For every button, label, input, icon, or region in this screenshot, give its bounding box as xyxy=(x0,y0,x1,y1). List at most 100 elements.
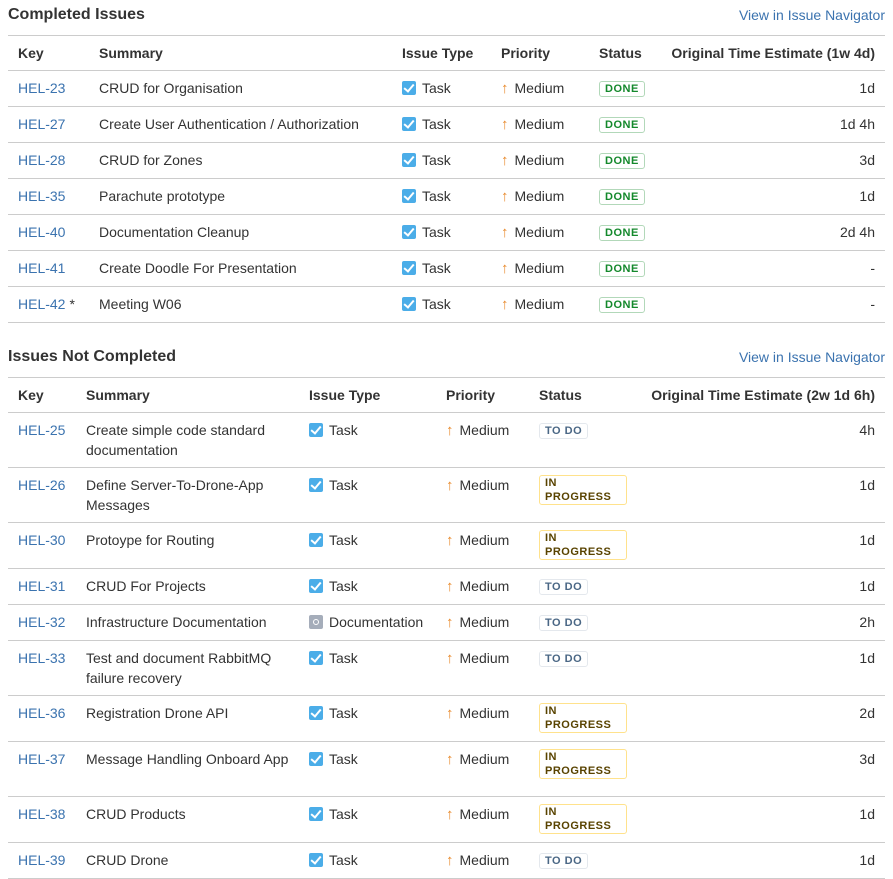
cell-issue-type: Task xyxy=(299,568,436,605)
column-header-summary[interactable]: Summary xyxy=(76,377,299,413)
issue-type-label: Task xyxy=(422,116,451,132)
status-badge: DONE xyxy=(599,81,645,97)
table-row[interactable]: HEL-25 Create simple code standard docume… xyxy=(8,412,885,468)
issue-key-link[interactable]: HEL-28 xyxy=(18,152,65,168)
issue-summary: Parachute prototype xyxy=(99,188,226,204)
priority-label: Medium xyxy=(459,532,510,548)
table-row[interactable]: HEL-36 Registration Drone API Task ↑ Medium I… xyxy=(8,695,885,742)
column-header-summary[interactable]: Summary xyxy=(89,35,392,71)
priority-arrow-up-icon: ↑ xyxy=(446,477,454,494)
column-header-status[interactable]: Status xyxy=(589,35,658,71)
task-type-icon xyxy=(309,533,323,547)
priority-arrow-up-icon: ↑ xyxy=(446,614,454,631)
time-estimate: 4h xyxy=(859,422,875,438)
table-row[interactable]: HEL-30 Protoype for Routing Task ↑ Medium IN … xyxy=(8,522,885,569)
cell-issue-type: Task xyxy=(299,695,436,742)
issue-type-label: Documentation xyxy=(329,614,424,630)
table-row[interactable]: HEL-38 CRUD Products Task ↑ Medium IN PROGRES… xyxy=(8,796,885,843)
completed-view-in-navigator-link[interactable]: View in Issue Navigator xyxy=(739,7,885,23)
issue-key-link[interactable]: HEL-27 xyxy=(18,116,65,132)
cell-key: HEL-35 xyxy=(8,178,89,215)
priority-arrow-up-icon: ↑ xyxy=(501,80,509,97)
issue-summary: Test and document RabbitMQ failure recov… xyxy=(86,650,272,686)
time-estimate: 1d xyxy=(859,80,875,96)
issue-key-link[interactable]: HEL-26 xyxy=(18,477,65,493)
priority-arrow-up-icon: ↑ xyxy=(501,260,509,277)
table-row[interactable]: HEL-41 Create Doodle For Presentation Task… xyxy=(8,250,885,287)
task-type-icon xyxy=(309,478,323,492)
table-row[interactable]: HEL-27 Create User Authentication / Autho… xyxy=(8,106,885,143)
issue-type-label: Task xyxy=(422,152,451,168)
cell-summary: CRUD for Zones xyxy=(89,142,392,179)
issue-key-link[interactable]: HEL-37 xyxy=(18,751,65,767)
issue-key-link[interactable]: HEL-39 xyxy=(18,852,65,868)
cell-summary: Parachute prototype xyxy=(89,178,392,215)
issue-key-link[interactable]: HEL-36 xyxy=(18,705,65,721)
issue-key-link[interactable]: HEL-30 xyxy=(18,532,65,548)
cell-estimate: 1d xyxy=(637,796,885,843)
cell-priority: ↑ Medium xyxy=(436,842,529,879)
table-row[interactable]: HEL-40 Documentation Cleanup Task ↑ Medium DO… xyxy=(8,214,885,251)
issue-key-link[interactable]: HEL-42 xyxy=(18,296,65,312)
time-estimate: 1d xyxy=(859,578,875,594)
cell-summary: Documentation Cleanup xyxy=(89,214,392,251)
table-row[interactable]: HEL-37 Message Handling Onboard App Task ↑ M… xyxy=(8,741,885,797)
table-row[interactable]: HEL-35 Parachute prototype Task ↑ Medium DONE… xyxy=(8,178,885,215)
table-row[interactable]: HEL-33 Test and document RabbitMQ failure… xyxy=(8,640,885,696)
cell-summary: CRUD Drone xyxy=(76,842,299,879)
issue-type-label: Task xyxy=(329,477,358,493)
issue-key-link[interactable]: HEL-40 xyxy=(18,224,65,240)
issue-key-link[interactable]: HEL-38 xyxy=(18,806,65,822)
issue-key-link[interactable]: HEL-32 xyxy=(18,614,65,630)
issue-summary: Registration Drone API xyxy=(86,705,229,721)
issue-type-label: Task xyxy=(422,260,451,276)
issue-key-link[interactable]: HEL-23 xyxy=(18,80,65,96)
issue-summary: Create User Authentication / Authorizati… xyxy=(99,116,359,132)
cell-status: TO DO xyxy=(529,412,637,468)
table-row[interactable]: HEL-26 Define Server-To-Drone-App Message… xyxy=(8,467,885,523)
table-row[interactable]: HEL-31 CRUD For Projects Task ↑ Medium TO DO 1… xyxy=(8,568,885,605)
issue-key-link[interactable]: HEL-41 xyxy=(18,260,65,276)
cell-issue-type: Task xyxy=(392,142,491,179)
cell-priority: ↑ Medium xyxy=(436,640,529,696)
status-badge: IN PROGRESS xyxy=(539,749,627,779)
cell-priority: ↑ Medium xyxy=(436,695,529,742)
cell-issue-type: Task xyxy=(299,741,436,797)
table-row[interactable]: HEL-32 Infrastructure Documentation Docume… xyxy=(8,604,885,641)
table-row[interactable]: HEL-23 CRUD for Organisation Task ↑ Medium DO… xyxy=(8,70,885,107)
priority-arrow-up-icon: ↑ xyxy=(501,152,509,169)
column-header-status[interactable]: Status xyxy=(529,377,637,413)
completed-issues-table: Key Summary Issue Type Priority Status O… xyxy=(8,35,885,323)
column-header-estimate[interactable]: Original Time Estimate (2w 1d 6h) xyxy=(637,377,885,413)
cell-priority: ↑ Medium xyxy=(491,250,589,287)
issue-key-link[interactable]: HEL-33 xyxy=(18,650,65,666)
column-header-estimate[interactable]: Original Time Estimate (1w 4d) xyxy=(658,35,885,71)
cell-status: IN PROGRESS xyxy=(529,796,637,843)
column-header-priority[interactable]: Priority xyxy=(436,377,529,413)
priority-arrow-up-icon: ↑ xyxy=(501,188,509,205)
issue-key-link[interactable]: HEL-35 xyxy=(18,188,65,204)
time-estimate: 2d 4h xyxy=(839,224,875,240)
table-header-row: Key Summary Issue Type Priority Status O… xyxy=(8,35,885,71)
cell-status: DONE xyxy=(589,250,658,287)
table-row[interactable]: HEL-39 CRUD Drone Task ↑ Medium TO DO 1d xyxy=(8,842,885,879)
issue-key-link[interactable]: HEL-25 xyxy=(18,422,65,438)
column-header-issue-type[interactable]: Issue Type xyxy=(299,377,436,413)
issue-summary: CRUD for Organisation xyxy=(99,80,243,96)
issue-summary: Create Doodle For Presentation xyxy=(99,260,297,276)
column-header-key[interactable]: Key xyxy=(8,377,76,413)
table-row[interactable]: HEL-42 * Meeting W06 Task ↑ Medium DONE - xyxy=(8,286,885,323)
not-completed-view-in-navigator-link[interactable]: View in Issue Navigator xyxy=(739,349,885,365)
status-badge: IN PROGRESS xyxy=(539,703,627,733)
column-header-issue-type[interactable]: Issue Type xyxy=(392,35,491,71)
table-row[interactable]: HEL-28 CRUD for Zones Task ↑ Medium DONE 3d xyxy=(8,142,885,179)
column-header-priority[interactable]: Priority xyxy=(491,35,589,71)
cell-summary: CRUD For Projects xyxy=(76,568,299,605)
time-estimate: 1d 4h xyxy=(839,116,875,132)
cell-status: DONE xyxy=(589,214,658,251)
time-estimate: 1d xyxy=(859,650,875,666)
priority-label: Medium xyxy=(514,260,565,276)
issue-key-link[interactable]: HEL-31 xyxy=(18,578,65,594)
status-badge: DONE xyxy=(599,297,645,313)
column-header-key[interactable]: Key xyxy=(8,35,89,71)
